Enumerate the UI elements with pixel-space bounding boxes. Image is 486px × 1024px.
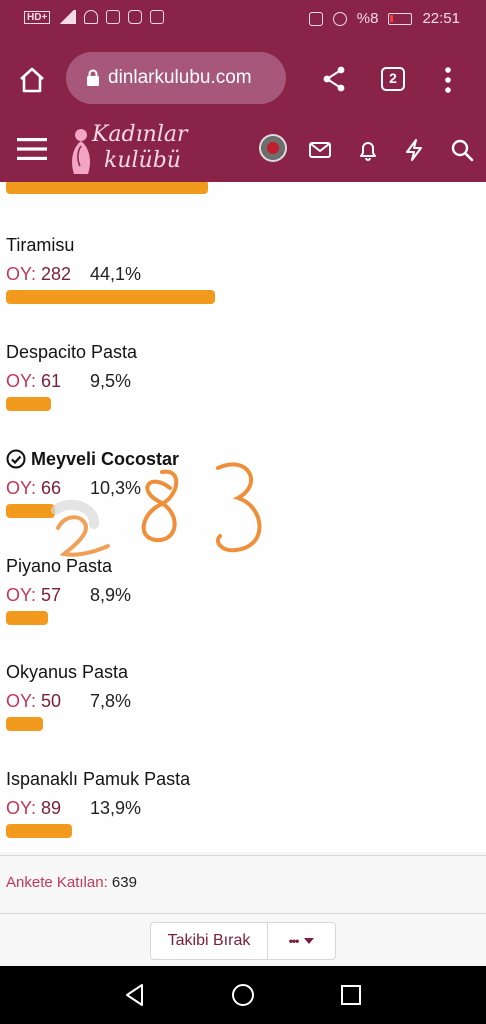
site-logo[interactable]: Kadınlar kulübü: [68, 122, 208, 178]
avatar[interactable]: [259, 134, 287, 162]
tab-switcher-button[interactable]: 2: [381, 67, 405, 91]
unfollow-button[interactable]: Takibi Bırak: [150, 922, 268, 960]
logo-line1: Kadınlar: [92, 122, 188, 147]
vote-count: 57: [41, 585, 62, 605]
status-right: %8 22:51: [308, 10, 460, 27]
option-name: Ispanaklı Pamuk Pasta: [6, 768, 476, 790]
more-actions-label: •••: [288, 934, 300, 948]
vote-label: OY:: [6, 478, 37, 498]
vote-bar: [6, 397, 51, 411]
option-name-text: Okyanus Pasta: [6, 662, 129, 682]
handwritten-number-text: 283: [50, 450, 52, 451]
logo-figure-icon: [72, 129, 90, 174]
handwritten-number-overlay: 283: [50, 450, 262, 557]
notification-icon: [106, 10, 121, 24]
vote-bar: [6, 290, 215, 304]
wifi-icon: [84, 10, 99, 24]
poll-option: Okyanus Pasta OY: 50 7,8%: [6, 661, 476, 731]
logo-line2: kulübü: [104, 148, 181, 173]
vote-label: OY:: [6, 691, 37, 711]
vote-label: OY:: [6, 798, 37, 818]
vote-bar: [6, 717, 43, 731]
vote-percent: 44,1%: [90, 264, 142, 284]
option-name: Tiramisu: [6, 234, 476, 256]
nfc-icon: [308, 11, 323, 26]
instagram-icon: [128, 10, 143, 24]
participants-count: 639: [111, 874, 137, 891]
share-icon[interactable]: [322, 66, 346, 92]
gallery-icon: [150, 10, 165, 24]
vote-label: OY:: [6, 585, 37, 605]
alarm-icon: [332, 11, 347, 26]
option-name: Okyanus Pasta: [6, 661, 476, 683]
system-nav-bar: [0, 966, 486, 1024]
recents-icon[interactable]: [338, 982, 364, 1008]
vote-bar: [6, 504, 55, 518]
vote-count: 89: [41, 798, 62, 818]
more-vert-icon[interactable]: [440, 66, 456, 94]
option-meta: OY: 50 7,8%: [6, 687, 476, 715]
poll-option: Tiramisu OY: 282 44,1%: [6, 234, 476, 304]
check-circle-icon: [6, 449, 26, 469]
site-header: Kadınlar kulübü: [0, 118, 486, 182]
url-text: dinlarkulubu.com: [108, 67, 252, 88]
menu-icon[interactable]: [17, 136, 47, 162]
poll-option: Ispanaklı Pamuk Pasta OY: 89 13,9%: [6, 768, 476, 838]
participants-label: Ankete Katılan:: [6, 874, 108, 891]
vote-label: OY:: [6, 371, 37, 391]
back-icon[interactable]: [122, 982, 148, 1008]
option-meta: OY: 282 44,1%: [6, 260, 476, 288]
clock: 22:51: [422, 10, 460, 27]
battery-percent: %8: [356, 10, 379, 27]
participants-info: Ankete Katılan: 639: [6, 874, 137, 891]
vote-label: OY:: [6, 264, 37, 284]
vote-bar: [6, 824, 72, 838]
more-actions-button[interactable]: •••: [268, 922, 336, 960]
signal-icon: [58, 10, 77, 24]
vote-percent: 8,9%: [90, 585, 132, 605]
search-icon[interactable]: [450, 138, 474, 162]
option-meta: OY: 61 9,5%: [6, 367, 476, 395]
vote-count: 50: [41, 691, 62, 711]
poll-option: Despacito Pasta OY: 61 9,5%: [6, 341, 476, 411]
vote-percent: 13,9%: [90, 798, 142, 818]
option-name-text: Tiramisu: [6, 235, 75, 255]
option-meta: OY: 57 8,9%: [6, 581, 476, 609]
vote-bar: [6, 611, 48, 625]
chevron-down-icon: [304, 938, 315, 944]
address-bar[interactable]: dinlarkulubu.com: [66, 52, 286, 104]
home-icon[interactable]: [18, 66, 46, 94]
vote-count: 282: [41, 264, 72, 284]
browser-toolbar: dinlarkulubu.com 2: [0, 40, 486, 118]
lock-icon: [87, 69, 99, 86]
option-name-text: Ispanaklı Pamuk Pasta: [6, 769, 191, 789]
home-circle-icon[interactable]: [230, 982, 256, 1008]
vote-percent: 7,8%: [90, 691, 132, 711]
thread-actions: Takibi Bırak •••: [0, 914, 486, 966]
vote-percent: 9,5%: [90, 371, 132, 391]
vote-count: 61: [41, 371, 62, 391]
option-name: Despacito Pasta: [6, 341, 476, 363]
battery-icon: [388, 12, 413, 25]
hd-label: HD+: [24, 10, 51, 24]
bell-icon[interactable]: [356, 138, 380, 162]
status-left: HD+: [24, 10, 165, 24]
previous-option-bar: [6, 182, 208, 194]
option-name-text: Despacito Pasta: [6, 342, 138, 362]
bolt-icon[interactable]: [402, 138, 426, 162]
status-bar: HD+ %8 22:51: [0, 0, 486, 40]
mail-icon[interactable]: [308, 138, 332, 162]
divider: [0, 855, 486, 856]
option-meta: OY: 89 13,9%: [6, 794, 476, 822]
